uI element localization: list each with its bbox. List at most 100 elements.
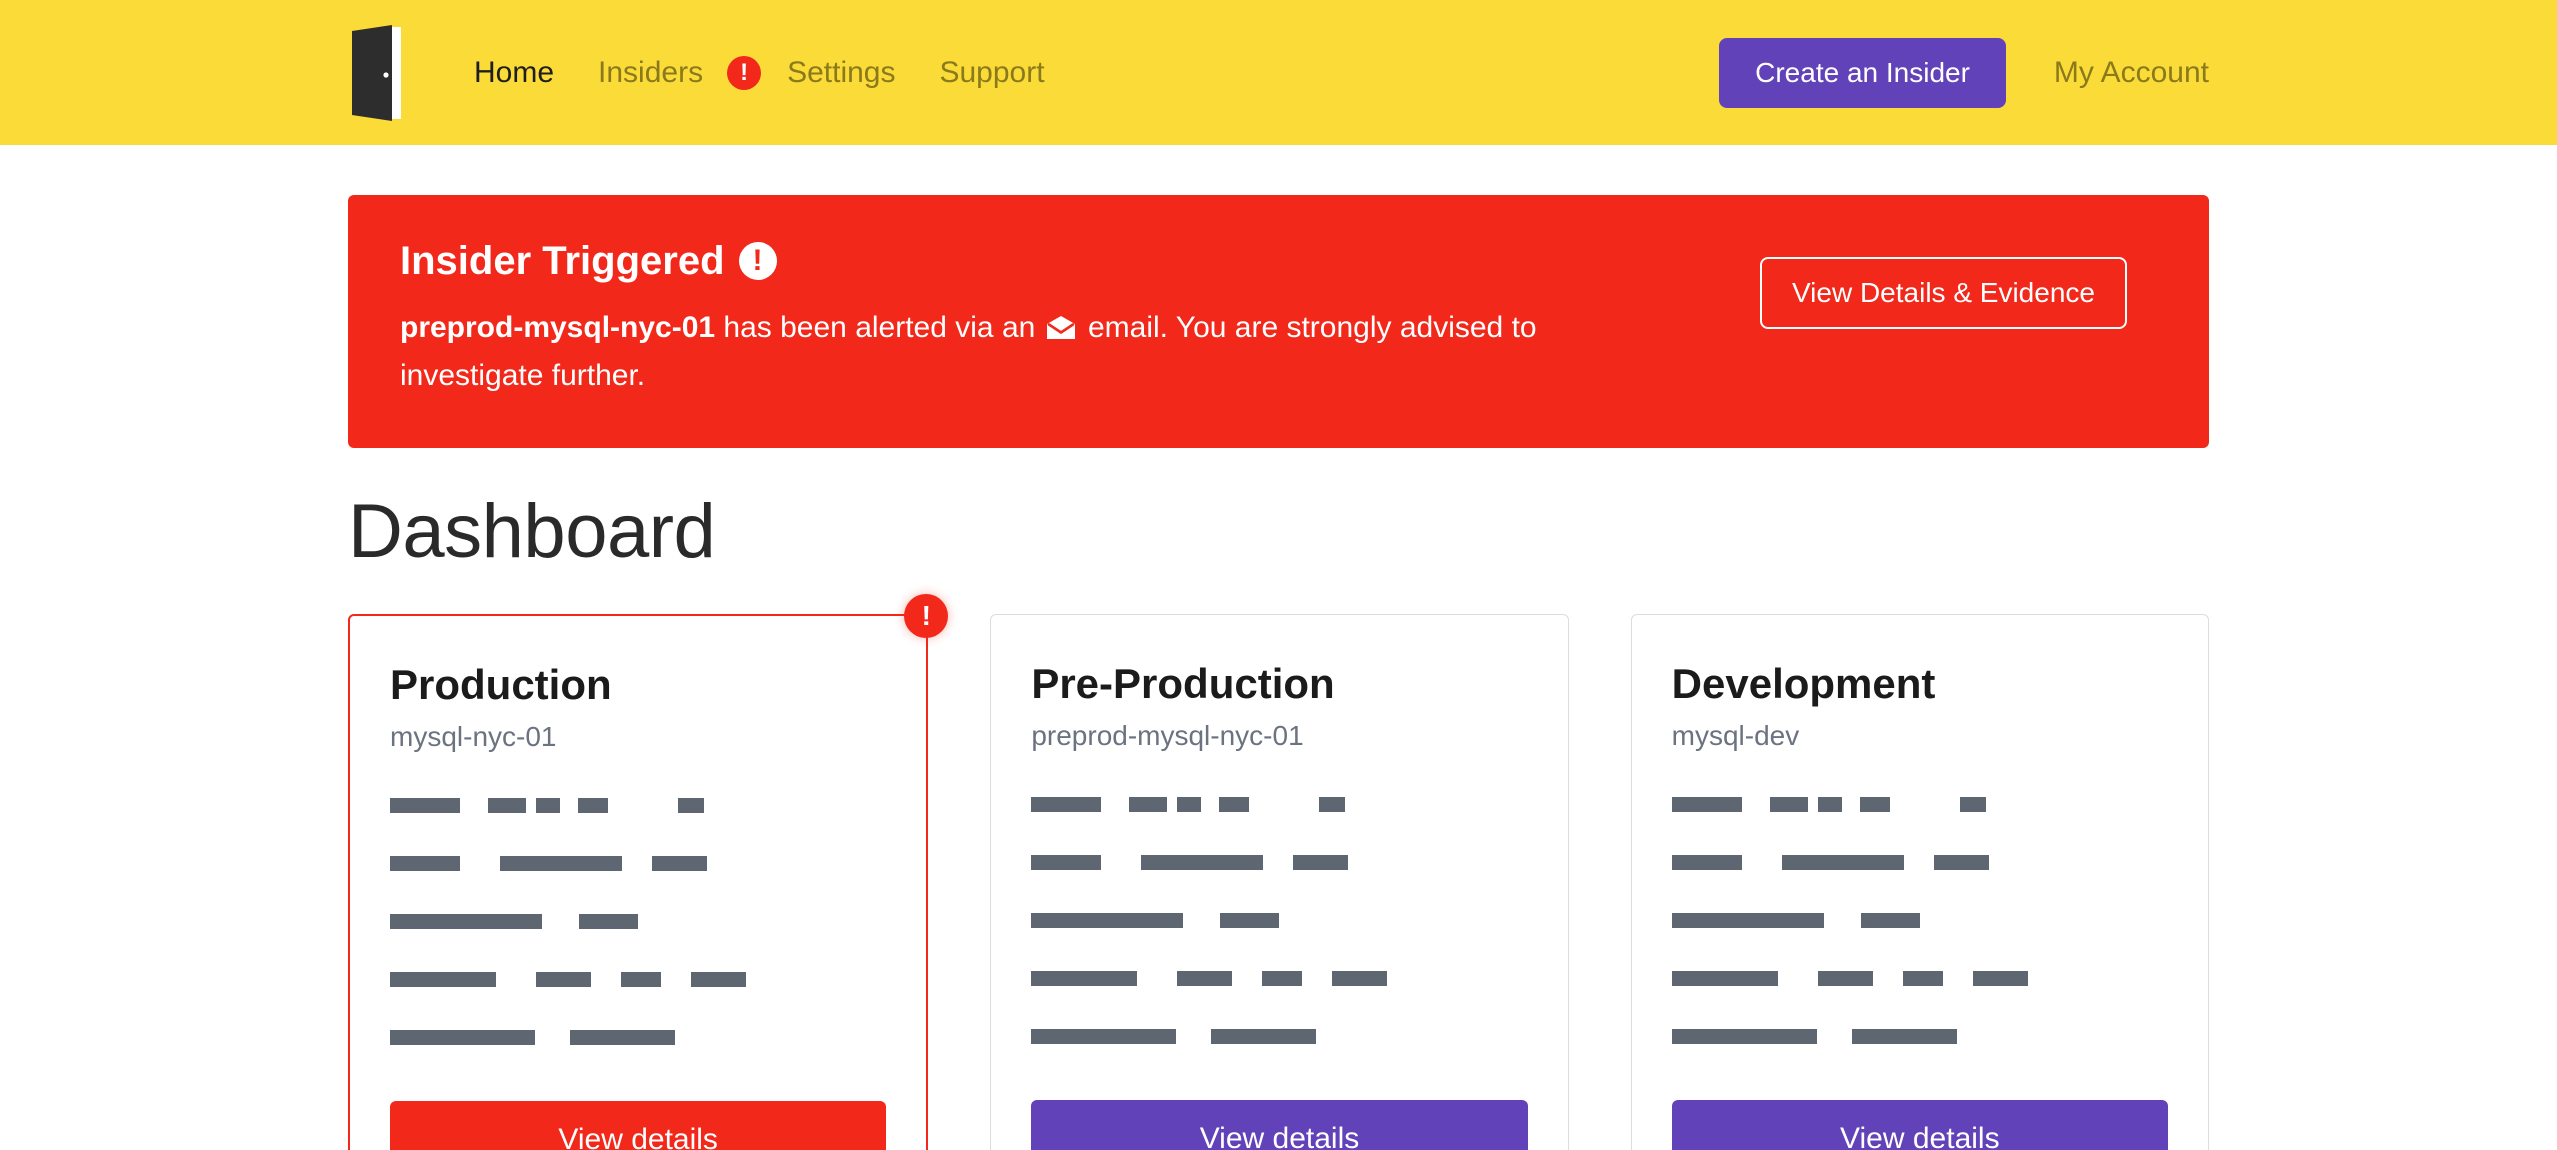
alert-body: Insider Triggered ! preprod-mysql-nyc-01… (400, 239, 1720, 398)
placeholder-bar (1672, 797, 1742, 812)
placeholder-row (390, 914, 886, 929)
placeholder-bar (578, 798, 608, 813)
placeholder-bar (1293, 855, 1348, 870)
card-placeholder-content (1672, 797, 2168, 1044)
placeholder-bar (536, 972, 591, 987)
placeholder-bar (1934, 855, 1989, 870)
placeholder-row (1672, 855, 2168, 870)
placeholder-row (1031, 913, 1527, 928)
placeholder-bar (1031, 1029, 1176, 1044)
placeholder-bar (1860, 797, 1890, 812)
nav-link-insiders[interactable]: Insiders (576, 58, 725, 88)
placeholder-row (390, 1030, 886, 1045)
placeholder-bar (1770, 797, 1808, 812)
placeholder-bar (1672, 1029, 1817, 1044)
placeholder-bar (1672, 971, 1778, 986)
placeholder-row (1672, 797, 2168, 812)
placeholder-bar (500, 856, 622, 871)
exclamation-circle-icon: ! (739, 242, 777, 280)
placeholder-bar (1211, 1029, 1316, 1044)
nav-item-home[interactable]: Home (452, 58, 576, 88)
placeholder-bar (390, 914, 542, 929)
card-placeholder-content (1031, 797, 1527, 1044)
placeholder-bar (570, 1030, 675, 1045)
placeholder-row (390, 798, 886, 813)
nav-item-insiders[interactable]: Insiders ! (576, 56, 765, 90)
placeholder-bar (1031, 797, 1101, 812)
placeholder-bar (1141, 855, 1263, 870)
placeholder-bar (691, 972, 746, 987)
placeholder-row (1672, 971, 2168, 986)
card-hostname: preprod-mysql-nyc-01 (1031, 719, 1527, 753)
placeholder-bar (1031, 971, 1137, 986)
placeholder-row (390, 972, 886, 987)
nav-link-settings[interactable]: Settings (765, 58, 917, 88)
placeholder-bar (1220, 913, 1279, 928)
placeholder-bar (1852, 1029, 1957, 1044)
card-title: Production (390, 662, 886, 708)
placeholder-bar (1031, 855, 1101, 870)
open-door-icon[interactable] (348, 25, 410, 121)
placeholder-row (1031, 1029, 1527, 1044)
nav-link-home[interactable]: Home (452, 58, 576, 88)
placeholder-row (1031, 797, 1527, 812)
environment-card: !Productionmysql-nyc-01View details (348, 614, 928, 1150)
placeholder-bar (1031, 913, 1183, 928)
header-actions: Create an Insider My Account (1719, 38, 2209, 108)
view-details-button[interactable]: View details (390, 1101, 886, 1150)
environment-card: Pre-Production preprod-mysql-nyc-01 View d… (990, 614, 1568, 1150)
environment-card: Development mysql-dev View details (1631, 614, 2209, 1150)
card-title: Development (1672, 661, 2168, 707)
card-hostname: mysql-nyc-01 (390, 720, 886, 754)
card-hostname: mysql-dev (1672, 719, 2168, 753)
placeholder-row (1672, 1029, 2168, 1044)
placeholder-row (1031, 971, 1527, 986)
placeholder-bar (1319, 797, 1345, 812)
placeholder-bar (1818, 971, 1873, 986)
placeholder-bar (390, 972, 496, 987)
placeholder-bar (1818, 797, 1842, 812)
placeholder-bar (390, 856, 460, 871)
nav-item-settings[interactable]: Settings (765, 58, 917, 88)
my-account-link[interactable]: My Account (2054, 56, 2209, 90)
placeholder-bar (1262, 971, 1302, 986)
alert-title-text: Insider Triggered (400, 239, 725, 283)
placeholder-bar (1332, 971, 1387, 986)
card-placeholder-content (390, 798, 886, 1045)
card-title: Pre-Production (1031, 661, 1527, 707)
placeholder-bar (1960, 797, 1986, 812)
placeholder-row (390, 856, 886, 871)
alert-action-area: View Details & Evidence (1760, 239, 2127, 329)
placeholder-bar (1782, 855, 1904, 870)
environment-cards: !Productionmysql-nyc-01View detailsPre-P… (348, 614, 2209, 1150)
alert-host-name: preprod-mysql-nyc-01 (400, 311, 715, 344)
placeholder-bar (1672, 913, 1824, 928)
insider-triggered-alert: Insider Triggered ! preprod-mysql-nyc-01… (348, 195, 2209, 448)
view-details-button[interactable]: View details (1031, 1100, 1527, 1150)
placeholder-bar (1903, 971, 1943, 986)
main-navigation: Home Insiders ! Settings Support (452, 56, 1067, 90)
placeholder-bar (1672, 855, 1742, 870)
placeholder-bar (1177, 797, 1201, 812)
top-header: Home Insiders ! Settings Support Create … (0, 0, 2557, 145)
insiders-alert-badge-icon[interactable]: ! (727, 56, 761, 90)
placeholder-bar (652, 856, 707, 871)
view-details-button[interactable]: View details (1672, 1100, 2168, 1150)
view-details-evidence-button[interactable]: View Details & Evidence (1760, 257, 2127, 329)
placeholder-bar (390, 798, 460, 813)
placeholder-row (1031, 855, 1527, 870)
create-insider-button[interactable]: Create an Insider (1719, 38, 2006, 108)
card-alert-badge-icon[interactable]: ! (904, 594, 948, 638)
email-envelope-icon (1046, 308, 1076, 353)
placeholder-bar (678, 798, 704, 813)
page-content: Insider Triggered ! preprod-mysql-nyc-01… (0, 195, 2557, 1150)
alert-description: preprod-mysql-nyc-01 has been alerted vi… (400, 305, 1660, 398)
placeholder-bar (390, 1030, 535, 1045)
alert-text-before: has been alerted via an (715, 311, 1044, 344)
placeholder-bar (1861, 913, 1920, 928)
placeholder-bar (1219, 797, 1249, 812)
nav-item-support[interactable]: Support (917, 58, 1066, 88)
placeholder-bar (536, 798, 560, 813)
nav-link-support[interactable]: Support (917, 58, 1066, 88)
placeholder-bar (488, 798, 526, 813)
